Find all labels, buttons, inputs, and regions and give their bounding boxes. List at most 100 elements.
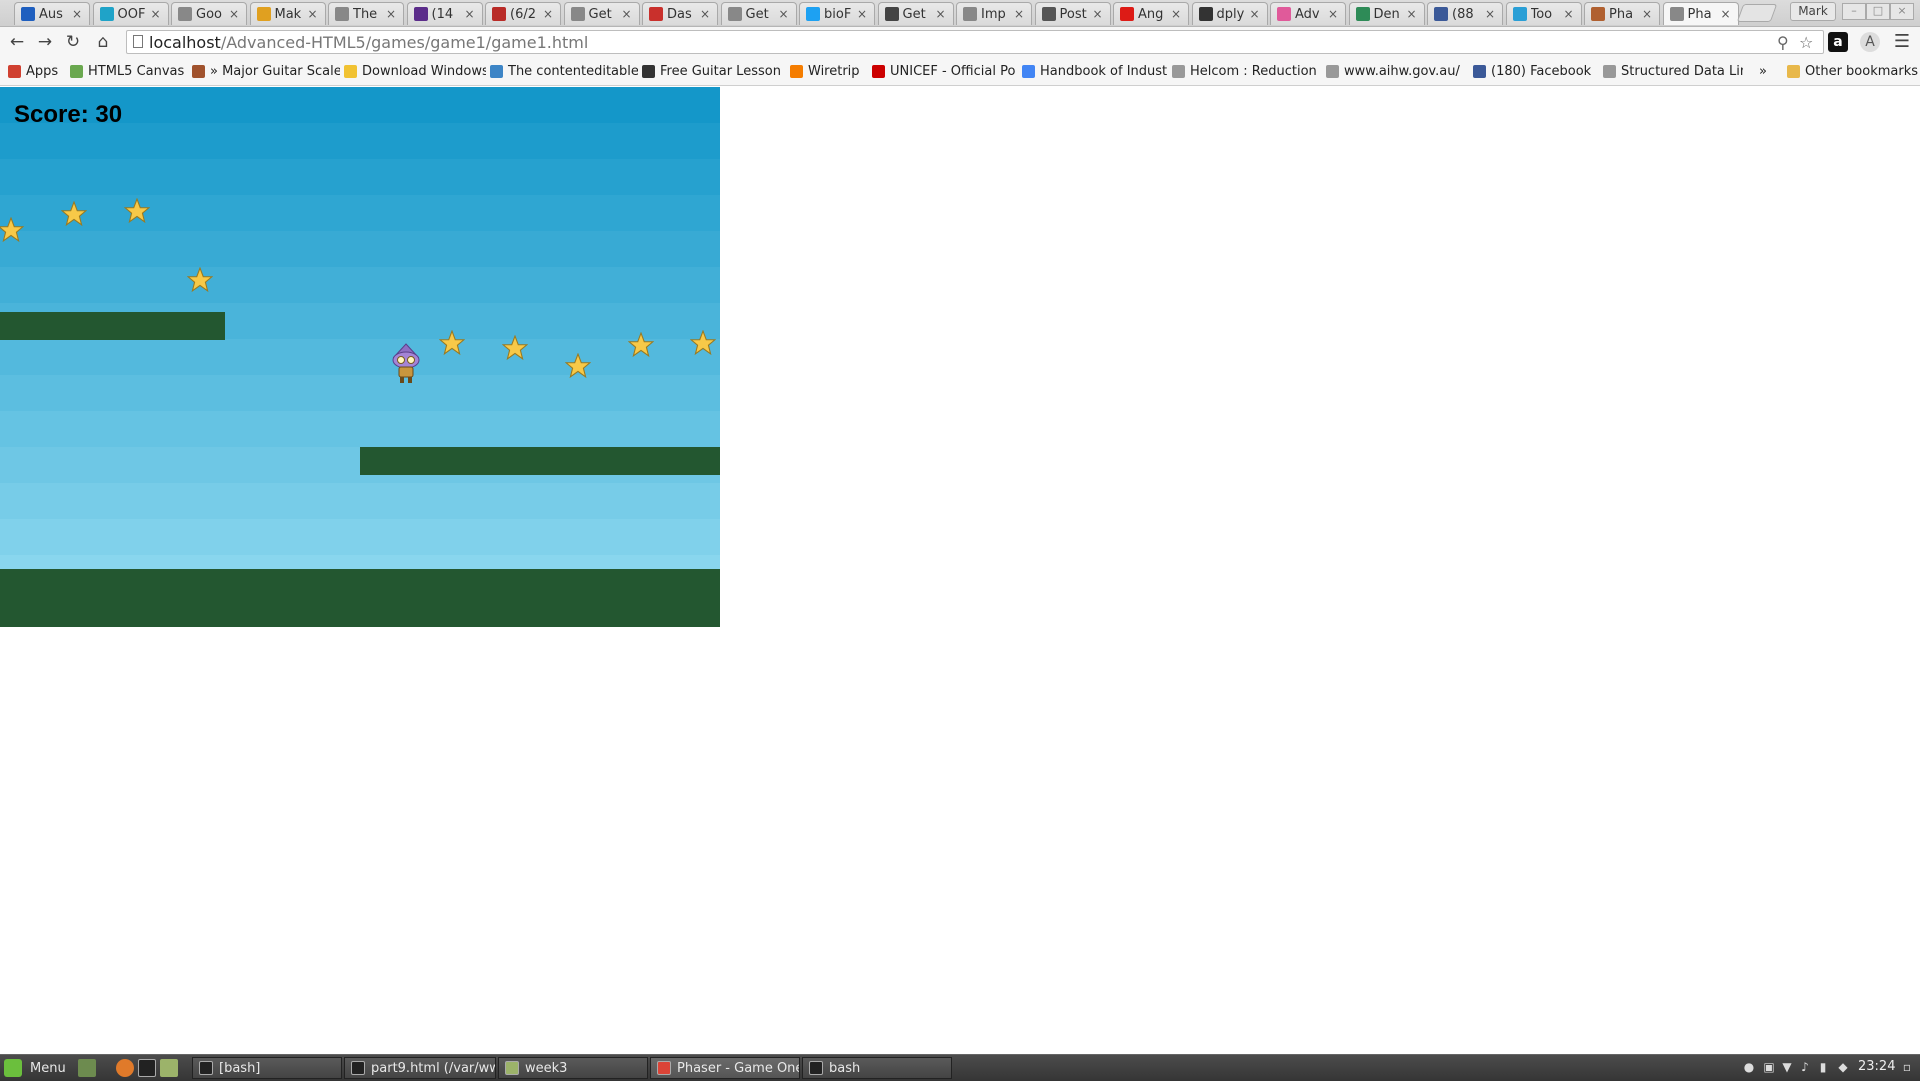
bookmark-star-icon[interactable]: ☆ [1799, 32, 1813, 54]
taskbar-window-button[interactable]: [bash] [192, 1057, 342, 1079]
back-icon[interactable]: ← [6, 31, 28, 53]
browser-tab[interactable]: Get × [720, 2, 797, 25]
browser-tab[interactable]: Get × [877, 2, 954, 25]
show-desktop-icon[interactable] [78, 1059, 96, 1077]
browser-tab[interactable]: OOF × [92, 2, 169, 25]
chrome-menu-icon[interactable]: ☰ [1892, 32, 1912, 52]
close-tab-icon[interactable]: × [228, 7, 240, 21]
close-tab-icon[interactable]: × [307, 7, 319, 21]
bookmark-item[interactable]: Structured Data Lin [1603, 63, 1743, 79]
reload-icon[interactable]: ↻ [62, 31, 84, 53]
url-text[interactable]: localhost/Advanced-HTML5/games/game1/gam… [149, 32, 588, 54]
browser-tab[interactable]: (6/2 × [485, 2, 561, 25]
browser-tab[interactable]: Ang × [1113, 2, 1189, 25]
tab-title: Das [667, 6, 692, 22]
browser-tab[interactable]: Post × [1034, 2, 1111, 25]
bookmark-item[interactable]: Helcom : Reduction [1172, 63, 1322, 79]
bookmark-item[interactable]: » Major Guitar Scale [192, 63, 340, 79]
browser-tab[interactable]: Get × [563, 2, 640, 25]
close-tab-icon[interactable]: × [464, 7, 476, 21]
bookmark-item[interactable]: » [1759, 63, 1775, 79]
taskbar-window-button[interactable]: Phaser - Game One... [650, 1057, 800, 1079]
game-canvas[interactable]: Score: 30 [0, 87, 720, 627]
battery-icon[interactable]: ▮ [1816, 1060, 1830, 1074]
window-list-icon[interactable]: ▣ [1762, 1060, 1776, 1074]
close-tab-icon[interactable]: × [150, 7, 162, 21]
bookmark-item[interactable]: Wiretrip [790, 63, 868, 79]
firefox-icon[interactable] [116, 1059, 134, 1077]
bookmark-item[interactable]: HTML5 Canvas [70, 63, 188, 79]
close-tab-icon[interactable]: × [1092, 7, 1104, 21]
bookmark-label: Wiretrip [808, 63, 860, 79]
browser-tab[interactable]: dply × [1191, 2, 1268, 25]
user-icon[interactable]: ● [1742, 1060, 1756, 1074]
bookmark-item[interactable]: Free Guitar Lesson [642, 63, 788, 79]
browser-tab[interactable]: The × [328, 2, 404, 25]
browser-tab[interactable]: Pha × [1662, 2, 1739, 25]
taskbar-window-button[interactable]: bash [802, 1057, 952, 1079]
close-tab-icon[interactable]: × [1327, 7, 1339, 21]
volume-icon[interactable]: ♪ [1798, 1060, 1812, 1074]
amazon-extension-icon[interactable]: a [1828, 32, 1848, 52]
close-tab-icon[interactable]: × [778, 7, 790, 21]
start-menu-button[interactable]: Menu [4, 1058, 66, 1078]
ledge-platform [360, 447, 720, 475]
browser-tab[interactable]: Den × [1348, 2, 1425, 25]
notification-icon[interactable]: ▫ [1900, 1060, 1914, 1074]
home-icon[interactable]: ⌂ [92, 31, 114, 53]
browser-tab[interactable]: (88 × [1427, 2, 1503, 25]
bookmark-item[interactable]: UNICEF - Official Po [872, 63, 1018, 79]
bookmark-label: Download Windows [362, 63, 486, 79]
close-tab-icon[interactable]: × [856, 7, 868, 21]
bookmark-label: The contenteditable [508, 63, 638, 79]
browser-tab[interactable]: Imp × [956, 2, 1032, 25]
browser-tab[interactable]: Goo × [171, 2, 247, 25]
close-tab-icon[interactable]: × [935, 7, 947, 21]
browser-tab[interactable]: Das × [642, 2, 718, 25]
bookmark-item[interactable]: www.aihw.gov.au/ [1326, 63, 1471, 79]
browser-tab[interactable]: Aus × [14, 2, 90, 25]
bookmark-item[interactable]: (180) Facebook [1473, 63, 1599, 79]
forward-icon[interactable]: → [34, 31, 56, 53]
profile-button[interactable]: Mark [1790, 2, 1836, 21]
bookmark-item[interactable]: Handbook of Indust [1022, 63, 1168, 79]
search-icon[interactable]: ⚲ [1777, 32, 1789, 54]
shield-icon[interactable]: ◆ [1836, 1060, 1850, 1074]
bookmark-item[interactable]: Download Windows [344, 63, 486, 79]
maximize-button[interactable]: □ [1866, 3, 1890, 20]
terminal-icon[interactable] [138, 1059, 156, 1077]
close-tab-icon[interactable]: × [71, 7, 83, 21]
bookmark-item[interactable]: The contenteditable [490, 63, 638, 79]
unicef-icon [872, 64, 885, 78]
close-window-button[interactable]: × [1890, 3, 1914, 20]
network-icon[interactable]: ▼ [1780, 1060, 1794, 1074]
new-tab-button[interactable] [1736, 4, 1778, 22]
bookmark-item[interactable]: Other bookmarks [1787, 63, 1919, 79]
close-tab-icon[interactable]: × [621, 7, 633, 21]
browser-tab[interactable]: (14 × [406, 2, 483, 25]
close-tab-icon[interactable]: × [1484, 7, 1496, 21]
browser-tab[interactable]: Pha × [1584, 2, 1660, 25]
page-icon [178, 7, 192, 21]
browser-tab[interactable]: Adv × [1270, 2, 1346, 25]
close-tab-icon[interactable]: × [699, 7, 711, 21]
taskbar-window-button[interactable]: week3 [498, 1057, 648, 1079]
files-icon[interactable] [160, 1059, 178, 1077]
close-tab-icon[interactable]: × [542, 7, 554, 21]
close-tab-icon[interactable]: × [385, 7, 397, 21]
close-tab-icon[interactable]: × [1406, 7, 1418, 21]
close-tab-icon[interactable]: × [1249, 7, 1261, 21]
browser-tab[interactable]: Too × [1505, 2, 1582, 25]
adblock-extension-icon[interactable]: A [1860, 32, 1880, 52]
close-tab-icon[interactable]: × [1720, 7, 1732, 21]
address-bar[interactable]: localhost/Advanced-HTML5/games/game1/gam… [126, 30, 1824, 54]
minimize-button[interactable]: – [1842, 3, 1866, 20]
close-tab-icon[interactable]: × [1013, 7, 1025, 21]
browser-tab[interactable]: bioF × [799, 2, 875, 25]
close-tab-icon[interactable]: × [1563, 7, 1575, 21]
bookmark-item[interactable]: Apps [8, 63, 68, 79]
taskbar-window-button[interactable]: part9.html (/var/ww... [344, 1057, 496, 1079]
browser-tab[interactable]: Mak × [249, 2, 326, 25]
close-tab-icon[interactable]: × [1170, 7, 1182, 21]
close-tab-icon[interactable]: × [1641, 7, 1653, 21]
